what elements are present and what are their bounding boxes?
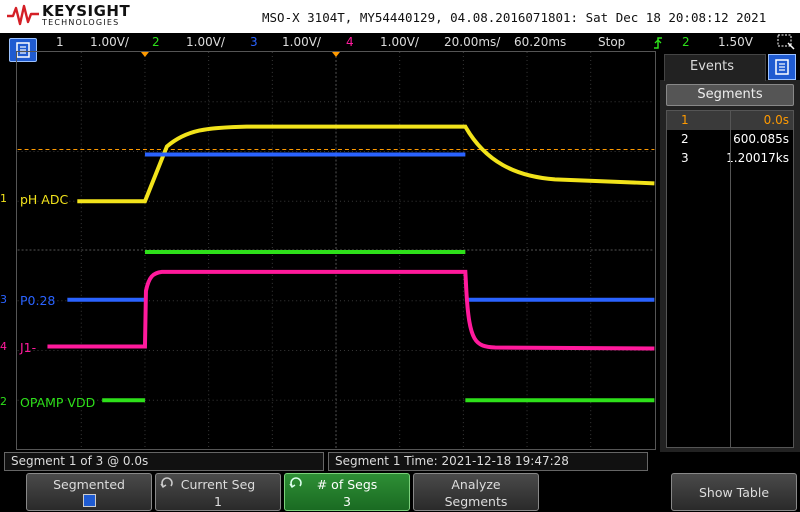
show-table-label: Show Table [698, 485, 770, 500]
timebase[interactable]: 20.00ms/ [444, 35, 500, 49]
show-table-softkey[interactable]: Show Table [671, 473, 797, 511]
segment-time: 0.0s [763, 113, 789, 127]
delay[interactable]: 60.20ms [514, 35, 566, 49]
brand-subtitle: TECHNOLOGIES [42, 18, 120, 27]
num-segs-value: 3 [343, 494, 351, 509]
ch2-scale[interactable]: 1.00V/ [186, 35, 225, 49]
ch1-scale[interactable]: 1.00V/ [90, 35, 129, 49]
trigger-position-marker[interactable] [140, 52, 149, 57]
segment-time: 600.085s [733, 132, 789, 146]
zoom-box-icon[interactable] [776, 33, 796, 51]
ch1-label: pH ADC [20, 192, 69, 207]
menu-icon [775, 59, 789, 75]
ch4-number[interactable]: 4 [346, 35, 354, 49]
tab-events-label: Events [689, 59, 734, 74]
analyze-label-line2: Segments [444, 494, 508, 509]
analyze-label: Analyze [451, 477, 501, 492]
segmented-softkey[interactable]: Segmented [26, 473, 152, 511]
ch2-trace [102, 250, 655, 403]
ch1-trace [77, 124, 655, 204]
waveform-grid[interactable] [16, 51, 656, 450]
segment-status-bar: Segment 1 of 3 @ 0.0s [4, 452, 324, 471]
ch2-ground-marker[interactable]: 2 [0, 395, 7, 408]
segment-time: 1.20017ks [726, 151, 789, 165]
ch1-number[interactable]: 1 [56, 35, 64, 49]
ch4-label: J1- [20, 340, 37, 355]
checkbox-icon [83, 494, 96, 507]
ch3-ground-marker[interactable]: 3 [0, 293, 7, 306]
ch2-number[interactable]: 2 [152, 35, 160, 49]
ch4-scale[interactable]: 1.00V/ [380, 35, 419, 49]
segments-button[interactable]: Segments [666, 84, 794, 106]
segment-index: 1 [681, 113, 689, 127]
analyze-segments-softkey[interactable]: Analyze Segments [413, 473, 539, 511]
trigger-edge-icon [654, 37, 662, 49]
ch3-scale[interactable]: 1.00V/ [282, 35, 321, 49]
segment-time-bar: Segment 1 Time: 2021-12-18 19:47:28 [328, 452, 648, 471]
trigger-level[interactable]: 1.50V [718, 35, 753, 49]
ch2-label: OPAMP VDD [20, 395, 96, 410]
ch4-ground-marker[interactable]: 4 [0, 340, 7, 353]
trigger-source[interactable]: 2 [682, 35, 690, 49]
ch3-label: P0.28 [20, 293, 56, 308]
current-seg-value: 1 [214, 494, 222, 509]
ch4-trace [47, 269, 655, 351]
delay-marker[interactable] [332, 52, 340, 57]
device-info: MSO-X 3104T, MY54440129, 04.08.201607180… [262, 10, 767, 25]
num-segs-label: # of Segs [316, 477, 378, 492]
table-divider [730, 111, 731, 447]
run-state[interactable]: Stop [598, 35, 625, 49]
current-seg-softkey[interactable]: Current Seg 1 [155, 473, 281, 511]
segmented-label: Segmented [53, 477, 125, 492]
keysight-logo-icon [7, 4, 39, 26]
panel-menu-button[interactable] [768, 54, 796, 80]
segment-index: 3 [681, 151, 689, 165]
ch1-ground-marker[interactable]: 1 [0, 192, 7, 205]
current-seg-label: Current Seg [180, 477, 256, 492]
num-segs-softkey[interactable]: # of Segs 3 [284, 473, 410, 511]
segment-index: 2 [681, 132, 689, 146]
ch3-number[interactable]: 3 [250, 35, 258, 49]
